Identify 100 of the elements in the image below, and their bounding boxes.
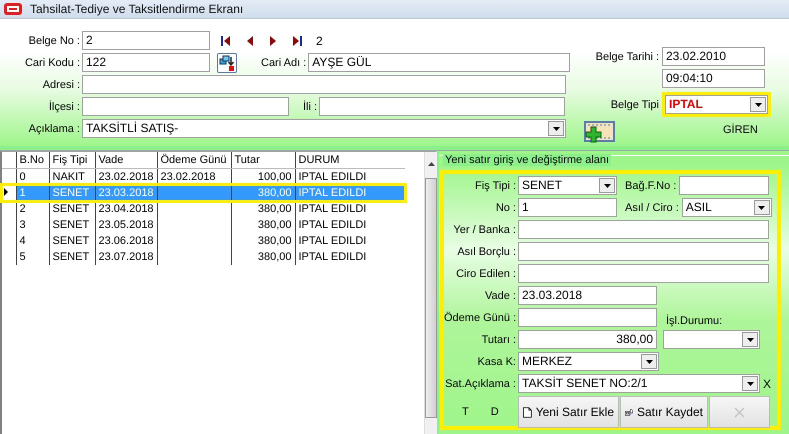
column-header[interactable]: Ödeme Günü [157, 152, 231, 169]
dropdown-button[interactable] [750, 97, 766, 112]
asil-borclu-field[interactable] [518, 242, 769, 262]
table-cell: IPTAL EDILDI [295, 249, 405, 266]
fis-tipi-dropdown[interactable]: SENET [518, 176, 617, 196]
field-label: İli : [303, 100, 318, 113]
column-header[interactable]: Vade [95, 152, 157, 169]
belge-tarihi-field[interactable]: 23.02.2010 [662, 47, 765, 66]
field-label: Ciro Edilen : [455, 268, 516, 280]
aciklama-dropdown[interactable]: TAKSİTLİ SATIŞ- [82, 119, 566, 138]
caret-icon [746, 338, 754, 342]
row-pointer-icon [4, 188, 8, 196]
scroll-up-icon[interactable] [428, 162, 434, 166]
grid-row[interactable]: 3 SENET 23.05.2018 380,00 IPTAL EDILDI [2, 217, 405, 234]
table-cell: 23.04.2018 [95, 201, 157, 218]
table-cell: 5 [16, 249, 49, 266]
odeme-gunu-field[interactable] [518, 308, 657, 328]
table-cell: IPTAL EDILDI [295, 217, 405, 234]
grid-row[interactable]: 2 SENET 23.04.2018 380,00 IPTAL EDILDI [2, 201, 405, 218]
table-cell: IPTAL EDILDI [295, 168, 405, 186]
last-record-icon[interactable] [293, 36, 302, 46]
field-label: No : [494, 202, 516, 214]
field-label: Belge Tarihi : [595, 50, 659, 63]
save-row-button[interactable]: Satır Kaydet [620, 396, 708, 428]
table-cell: NAKIT [49, 168, 95, 186]
add-document-icon[interactable] [581, 121, 615, 146]
table-cell: 4 [16, 233, 49, 250]
caret-icon [754, 102, 762, 107]
no-field[interactable]: 1 [518, 198, 617, 218]
table-cell: 100,00 [231, 168, 295, 186]
next-record-icon[interactable] [270, 36, 276, 46]
table-cell: 380,00 [231, 201, 295, 218]
table-cell: IPTAL EDILDI [295, 233, 405, 250]
cari-kodu-field[interactable]: 122 [82, 53, 210, 72]
app-logo-icon [4, 3, 22, 16]
field-label: Ödeme Günü : [444, 312, 516, 324]
dropdown-button[interactable] [548, 121, 564, 136]
kasa-dropdown[interactable]: MERKEZ [518, 352, 659, 372]
lookup-button[interactable] [217, 52, 237, 73]
group-title: Yeni satır giriş ve değiştirme alanı [443, 154, 612, 166]
vade-field[interactable]: 23.03.2018 [518, 286, 657, 306]
table-cell: SENET [49, 233, 95, 250]
grid-row[interactable]: 0 NAKIT 23.02.2018 23.02.2018 100,00 IPTAL EDILDI [2, 168, 405, 186]
adresi-field[interactable] [82, 75, 566, 94]
user-status-text: GİREN [723, 124, 758, 136]
column-header[interactable]: DURUM [295, 152, 405, 169]
field-label: Bağ.F.No : [625, 180, 676, 192]
table-cell: 23.03.2018 [95, 185, 157, 202]
caret-icon [604, 184, 610, 188]
table-cell: 380,00 [231, 217, 295, 234]
dropdown-button[interactable] [754, 200, 770, 216]
previous-record-icon[interactable] [247, 36, 253, 46]
table-cell: 23.02.2018 [157, 168, 231, 186]
ciro-edilen-field[interactable] [518, 264, 769, 284]
field-label: Yer / Banka : [452, 224, 516, 236]
table-cell: 23.07.2018 [95, 249, 157, 266]
sat-aciklama-dropdown[interactable]: TAKSİT SENET NO:2/1 [518, 374, 760, 394]
field-label: Belge Tipi [610, 98, 659, 111]
table-cell: 23.02.2018 [95, 168, 157, 186]
caret-icon [746, 382, 754, 386]
total-label: T [462, 406, 469, 418]
asil-ciro-dropdown[interactable]: ASIL [682, 198, 772, 218]
bag-f-no-field[interactable] [679, 176, 770, 196]
field-label: Asıl / Ciro : [625, 202, 679, 214]
vertical-scrollbar[interactable] [424, 152, 437, 434]
table-cell: IPTAL EDILDI [295, 185, 405, 202]
yer-banka-field[interactable] [518, 220, 769, 240]
dropdown-button[interactable] [599, 178, 615, 194]
table-cell: 0 [16, 168, 49, 186]
table-cell: SENET [49, 185, 95, 202]
first-record-icon[interactable] [221, 36, 230, 46]
ili-field[interactable] [319, 97, 566, 116]
caret-icon [646, 360, 652, 364]
belge-no-field[interactable]: 2 [82, 31, 210, 50]
field-label: Cari Kodu : [24, 56, 81, 69]
field-label: Belge No : [28, 34, 81, 47]
grid-row[interactable]: 4 SENET 23.06.2018 380,00 IPTAL EDILDI [2, 233, 405, 250]
dropdown-button[interactable] [742, 332, 758, 348]
belge-tipi-dropdown[interactable]: IPTAL [665, 95, 768, 114]
field-label: Tutarı : [480, 334, 516, 346]
field-label: Vade : [484, 290, 516, 302]
table-cell: 23.05.2018 [95, 217, 157, 234]
ilcesi-field[interactable] [82, 97, 289, 116]
grid-row[interactable]: 5 SENET 23.07.2018 380,00 IPTAL EDILDI [2, 249, 405, 266]
column-header[interactable]: Fiş Tipi [49, 152, 95, 169]
dropdown-button[interactable] [641, 354, 657, 370]
table-cell: SENET [49, 201, 95, 218]
column-header[interactable]: B.No [16, 152, 49, 169]
dropdown-button[interactable] [742, 376, 758, 392]
tutari-field[interactable]: 380,00 [518, 330, 657, 350]
windows-arrow-icon [219, 54, 235, 71]
saat-field[interactable]: 09:04:10 [662, 69, 765, 88]
new-row-button[interactable]: Yeni Satır Ekle [518, 396, 619, 428]
column-header[interactable]: Tutar [231, 152, 295, 169]
table-cell: 1 [16, 185, 49, 202]
cari-adi-field[interactable]: AYŞE GÜL [308, 53, 570, 72]
clear-link[interactable]: X [763, 376, 772, 391]
table-cell: SENET [49, 217, 95, 234]
table-cell: 2 [16, 201, 49, 218]
page-icon [523, 406, 532, 419]
